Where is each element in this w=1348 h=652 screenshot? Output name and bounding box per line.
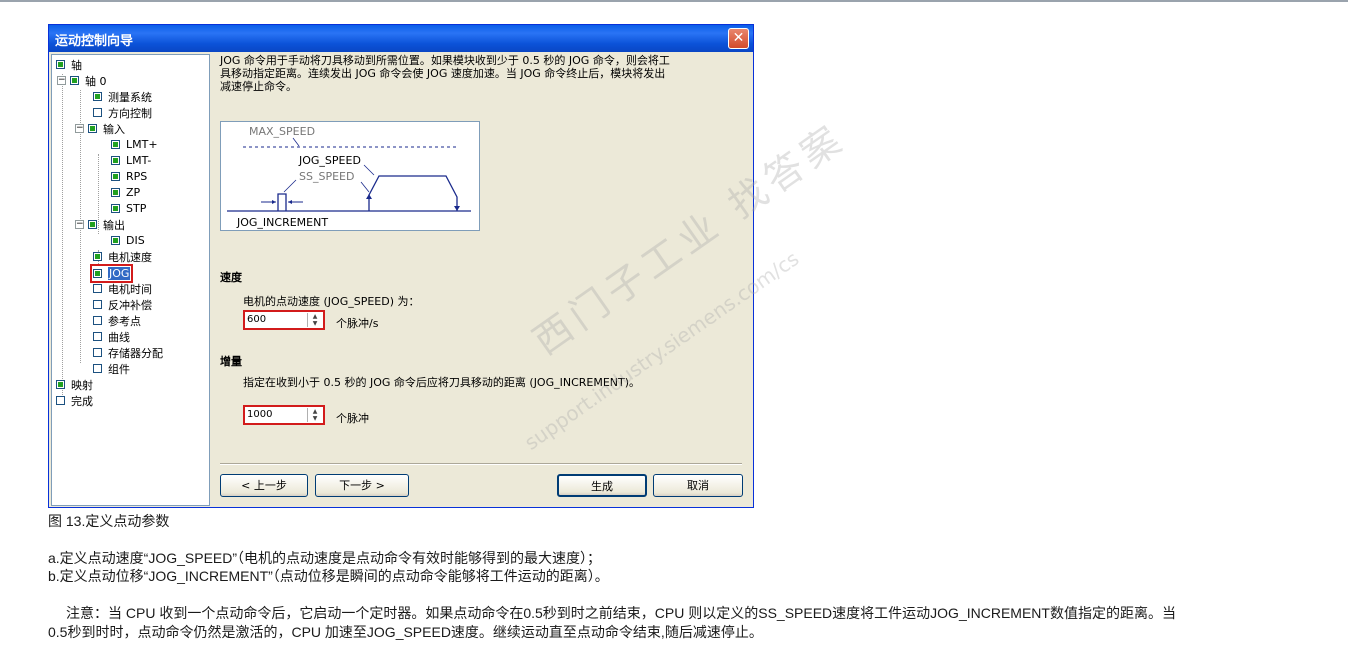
jog-speed-label: JOG_SPEED bbox=[298, 154, 361, 167]
jog-speed-input[interactable]: 600 ▲ ▼ bbox=[243, 310, 325, 330]
prev-button[interactable]: < 上一步 bbox=[220, 474, 308, 497]
jog-increment-input[interactable]: 1000 ▲ ▼ bbox=[243, 405, 325, 425]
checkbox-icon bbox=[56, 396, 65, 405]
tree-item-curve[interactable]: 曲线 bbox=[93, 329, 130, 344]
checkbox-icon bbox=[70, 76, 79, 85]
checkbox-icon bbox=[93, 364, 102, 373]
checkbox-icon bbox=[111, 188, 120, 197]
tree-item-memory[interactable]: 存储器分配 bbox=[93, 345, 163, 360]
collapse-icon[interactable]: − bbox=[75, 124, 84, 133]
tree-item-motor-speed[interactable]: 电机速度 bbox=[93, 249, 152, 264]
tree-item-direction[interactable]: 方向控制 bbox=[93, 105, 152, 120]
checkbox-icon bbox=[56, 60, 65, 69]
max-speed-label: MAX_SPEED bbox=[249, 125, 315, 138]
note-line-1: 注意：当 CPU 收到一个点动命令后，它启动一个定时器。如果点动命令在0.5秒到… bbox=[66, 605, 1176, 621]
tree-item-zp[interactable]: ZP bbox=[111, 185, 140, 200]
tree-item-rps[interactable]: RPS bbox=[111, 169, 147, 184]
checkbox-icon bbox=[93, 300, 102, 309]
tree-item-lmt-plus[interactable]: LMT+ bbox=[111, 137, 158, 152]
checkbox-icon bbox=[93, 108, 102, 117]
tree-item-mapping[interactable]: 映射 bbox=[56, 377, 93, 392]
increment-label: 指定在收到小于 0.5 秒的 JOG 命令后应将刀具移动的距离 (JOG_INC… bbox=[243, 376, 641, 389]
tree-item-output[interactable]: − 输出 bbox=[75, 217, 125, 232]
tree-item-component[interactable]: 组件 bbox=[93, 361, 130, 376]
checkbox-icon bbox=[88, 124, 97, 133]
tree-item-axis0[interactable]: − 轴 0 bbox=[57, 73, 107, 88]
tree-item-stp[interactable]: STP bbox=[111, 201, 146, 216]
note-line-2: 0.5秒到时时，点动命令仍然是激活的，CPU 加速至JOG_SPEED速度。继续… bbox=[48, 624, 763, 640]
spinner-arrows[interactable]: ▲ ▼ bbox=[307, 408, 322, 422]
item-b: b.定义点动位移“JOG_INCREMENT”（点动位移是瞬间的点动命令能够将工… bbox=[48, 568, 609, 584]
checkbox-icon bbox=[88, 220, 97, 229]
checkbox-icon bbox=[93, 252, 102, 261]
checkbox-icon bbox=[93, 332, 102, 341]
checkbox-icon bbox=[93, 92, 102, 101]
ss-speed-label: SS_SPEED bbox=[299, 170, 354, 183]
speed-unit: 个脉冲/s bbox=[336, 317, 379, 330]
checkbox-icon bbox=[93, 284, 102, 293]
tree-item-lmt-minus[interactable]: LMT- bbox=[111, 153, 151, 168]
checkbox-icon bbox=[111, 236, 120, 245]
collapse-icon[interactable]: − bbox=[57, 76, 66, 85]
tree-item-backlash[interactable]: 反冲补偿 bbox=[93, 297, 152, 312]
next-button[interactable]: 下一步 > bbox=[315, 474, 409, 497]
checkbox-icon bbox=[93, 316, 102, 325]
increment-section-title: 增量 bbox=[220, 355, 242, 368]
tree-item-finish[interactable]: 完成 bbox=[56, 393, 93, 408]
tree-item-input[interactable]: − 输入 bbox=[75, 121, 125, 136]
checkbox-icon bbox=[111, 172, 120, 181]
item-a: a.定义点动速度“JOG_SPEED”（电机的点动速度是点动命令有效时能够得到的… bbox=[48, 550, 602, 566]
checkbox-icon bbox=[93, 348, 102, 357]
jog-speed-diagram: MAX_SPEED JOG_SPEED SS_SPEED JOG_INCREME… bbox=[220, 121, 480, 231]
tree-line bbox=[62, 74, 63, 403]
checkbox-icon bbox=[56, 380, 65, 389]
page-top-border bbox=[0, 0, 1348, 2]
cancel-button[interactable]: 取消 bbox=[653, 474, 743, 497]
tree-item-dis[interactable]: DIS bbox=[111, 233, 145, 248]
tree-item-ref-point[interactable]: 参考点 bbox=[93, 313, 141, 328]
checkbox-icon bbox=[111, 156, 120, 165]
wizard-step-tree[interactable]: 轴 − 轴 0 测量系统 方向控制 − 输入 LMT+ LMT- RPS ZP … bbox=[51, 54, 210, 506]
window-title: 运动控制向导 bbox=[55, 34, 134, 49]
tree-item-motor-time[interactable]: 电机时间 bbox=[93, 281, 152, 296]
checkbox-icon bbox=[111, 140, 120, 149]
jog-profile-graph: MAX_SPEED JOG_SPEED SS_SPEED JOG_INCREME… bbox=[227, 125, 471, 229]
close-icon[interactable]: ✕ bbox=[728, 28, 749, 49]
title-bar[interactable]: 运动控制向导 ✕ bbox=[49, 25, 753, 52]
tree-item-measure[interactable]: 测量系统 bbox=[93, 89, 152, 104]
button-separator bbox=[220, 463, 742, 465]
collapse-icon[interactable]: − bbox=[75, 220, 84, 229]
checkbox-icon bbox=[111, 204, 120, 213]
increment-unit: 个脉冲 bbox=[336, 412, 369, 425]
speed-label: 电机的点动速度 (JOG_SPEED) 为： bbox=[243, 295, 420, 308]
generate-button[interactable]: 生成 bbox=[557, 474, 647, 497]
jog-increment-label: JOG_INCREMENT bbox=[236, 216, 328, 229]
tree-item-axis[interactable]: 轴 bbox=[56, 57, 82, 72]
speed-section-title: 速度 bbox=[220, 271, 242, 284]
spinner-arrows[interactable]: ▲ ▼ bbox=[307, 313, 322, 327]
checkbox-icon bbox=[93, 269, 102, 278]
jog-description: JOG 命令用于手动将刀具移动到所需位置。如果模块收到少于 0.5 秒的 JOG… bbox=[220, 54, 670, 93]
figure-caption: 图 13.定义点动参数 bbox=[48, 513, 170, 529]
